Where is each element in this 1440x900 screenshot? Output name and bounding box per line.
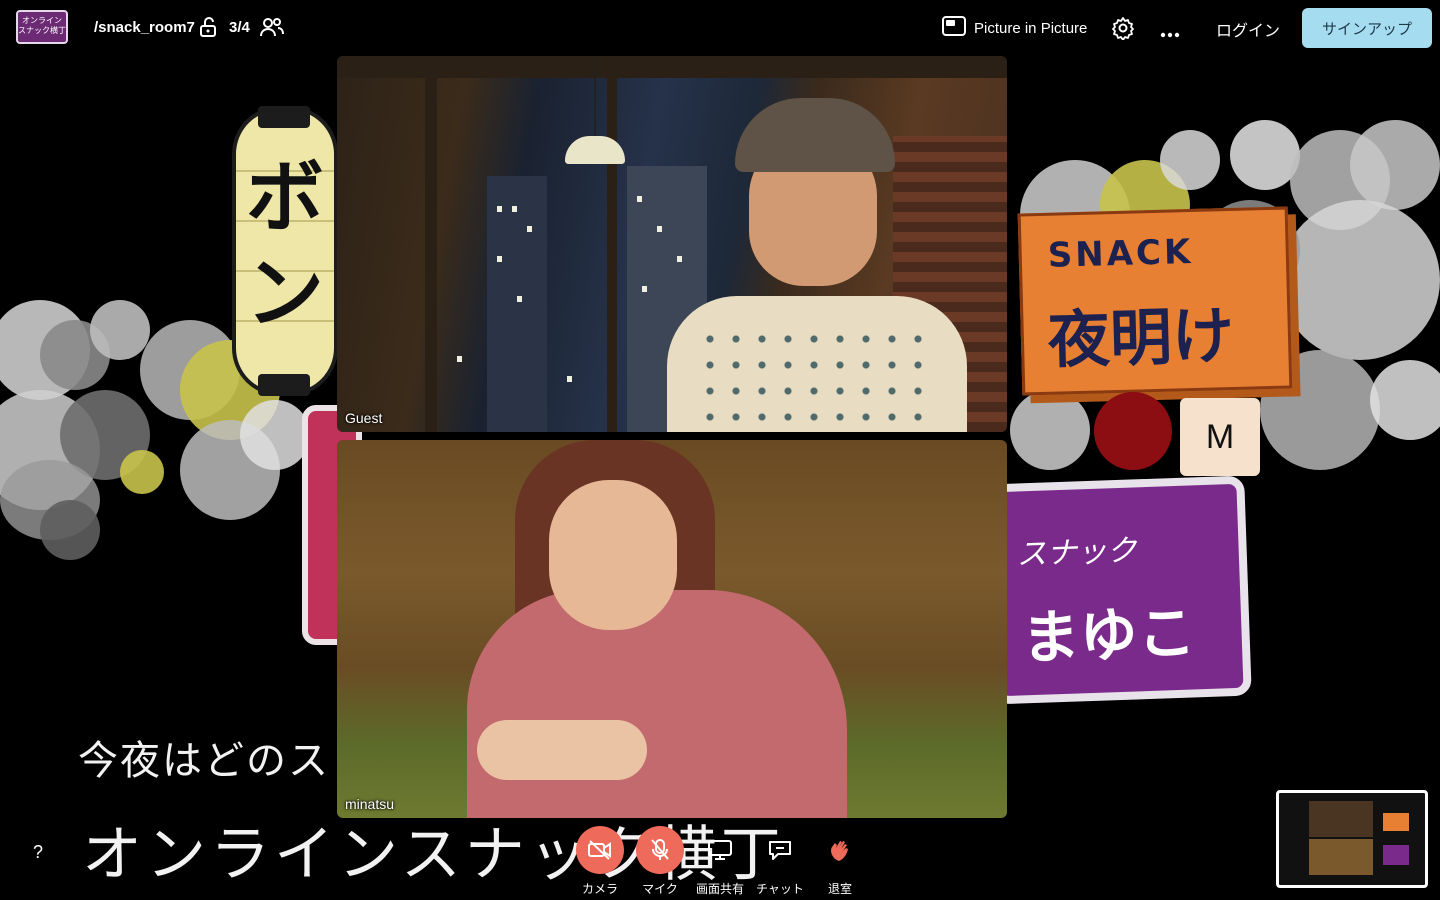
- sign-yoake-japanese: 夜明け: [1047, 298, 1235, 377]
- participant-hands: [477, 720, 647, 780]
- picture-in-picture-icon: [942, 16, 966, 40]
- leave-button[interactable]: 退室: [812, 826, 868, 897]
- lantern-decoration: ボン: [232, 106, 338, 396]
- minimap-sign: [1383, 813, 1409, 831]
- city-building: [487, 176, 547, 432]
- leave-label: 退室: [827, 882, 852, 896]
- camera-label: カメラ: [581, 882, 618, 896]
- snack-sign-yoake[interactable]: SNACK 夜明け: [1017, 206, 1293, 396]
- window-frame: [607, 56, 617, 432]
- camera-toggle-button[interactable]: カメラ: [572, 826, 628, 897]
- video-tile-minatsu[interactable]: minatsu: [337, 440, 1007, 818]
- participant-body: [467, 590, 847, 818]
- logo-text: オンライン スナック横丁: [18, 16, 66, 35]
- room-name: /snack_room7: [94, 19, 195, 36]
- participant-name-label: Guest: [345, 410, 383, 426]
- window-frame: [337, 56, 1007, 78]
- more-options-icon[interactable]: [1160, 25, 1180, 43]
- app-logo[interactable]: オンライン スナック横丁: [16, 10, 68, 44]
- lantern-cap: [258, 374, 310, 396]
- unlock-icon[interactable]: [198, 16, 220, 43]
- picture-in-picture-label: Picture in Picture: [974, 19, 1088, 37]
- screen-share-button[interactable]: 画面共有: [692, 826, 748, 897]
- picture-in-picture-button[interactable]: Picture in Picture: [942, 16, 1087, 40]
- minimap-tile: [1309, 839, 1373, 875]
- minimap-sign: [1383, 845, 1409, 865]
- participant-avatar[interactable]: M: [1180, 398, 1260, 476]
- help-button[interactable]: ?: [33, 842, 43, 863]
- snack-sign-mayuko[interactable]: スナック まゆこ: [986, 475, 1252, 705]
- wave-hand-icon: [816, 826, 864, 874]
- minimap-preview[interactable]: [1276, 790, 1428, 888]
- status-dot: [1094, 392, 1172, 470]
- gear-icon[interactable]: [1111, 16, 1135, 45]
- video-tile-guest[interactable]: Guest: [337, 56, 1007, 432]
- camera-off-icon: [576, 826, 624, 874]
- participant-cap: [735, 98, 895, 172]
- sign-yoake-english: SNACK: [1047, 231, 1194, 276]
- mic-off-icon: [636, 826, 684, 874]
- call-controls: カメラ マイク 画面共有 チャット 退室: [570, 826, 870, 900]
- top-bar: オンライン スナック横丁 /snack_room7 3/4 Picture in…: [0, 0, 1440, 56]
- signup-button[interactable]: サインアップ: [1302, 8, 1432, 48]
- sign-mayuko-title: まゆこ: [1020, 598, 1197, 673]
- lantern-cap: [258, 106, 310, 128]
- participant-name-label: minatsu: [345, 796, 395, 812]
- login-button[interactable]: ログイン: [1216, 17, 1280, 41]
- tagline-line-1: 今夜はどのス: [78, 738, 330, 784]
- mic-toggle-button[interactable]: マイク: [632, 826, 688, 897]
- participants-icon[interactable]: [259, 16, 285, 43]
- screen-share-icon: [696, 826, 744, 874]
- lantern-text: ボン: [245, 152, 324, 339]
- participant-face: [549, 480, 677, 630]
- chat-label: チャット: [756, 882, 804, 896]
- minimap-tile: [1309, 801, 1373, 837]
- screen-share-label: 画面共有: [695, 882, 744, 896]
- chat-button[interactable]: チャット: [752, 826, 808, 897]
- mic-label: マイク: [642, 882, 678, 896]
- window-frame: [425, 56, 437, 432]
- chat-icon: [756, 826, 804, 874]
- sign-mayuko-subtitle: スナック: [1016, 533, 1138, 573]
- room-occupancy: 3/4: [229, 19, 250, 36]
